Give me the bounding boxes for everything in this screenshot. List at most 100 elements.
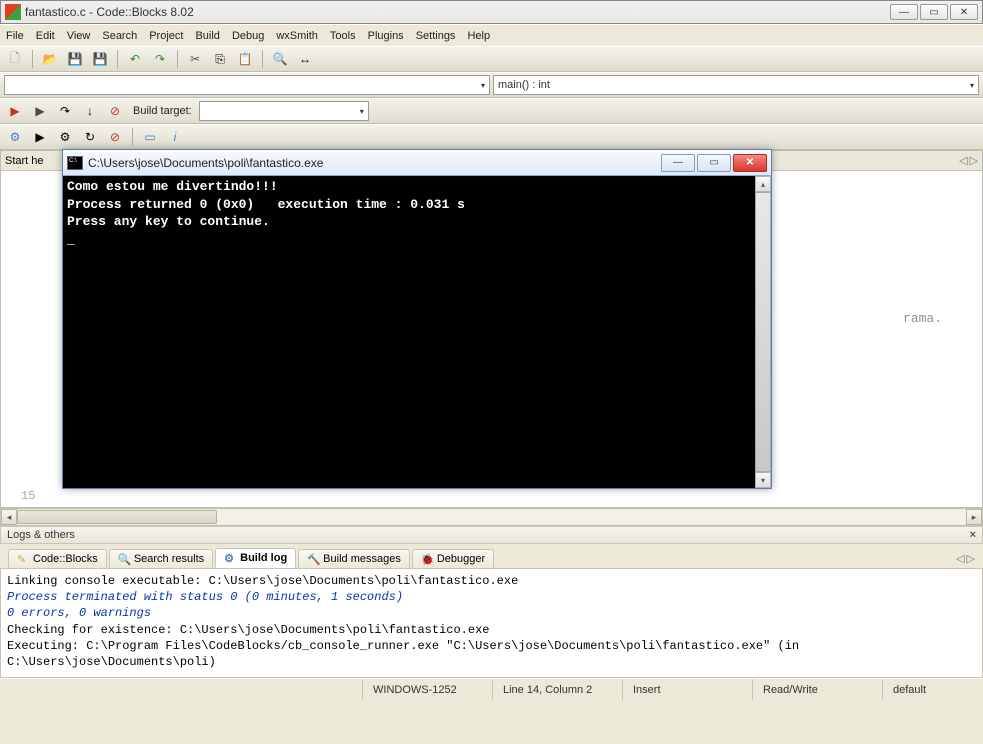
build-icon[interactable]: ⚙	[4, 126, 26, 148]
menu-view[interactable]: View	[67, 30, 91, 42]
console-icon	[67, 156, 83, 170]
save-all-icon[interactable]: 💾	[89, 48, 111, 70]
editor-tab-label[interactable]: Start he	[5, 155, 44, 167]
log-tab-buildlog[interactable]: ⚙ Build log	[215, 548, 296, 568]
build-target-dropdown[interactable]: ▾	[199, 101, 369, 121]
scroll-thumb[interactable]	[755, 192, 771, 472]
menu-build[interactable]: Build	[195, 30, 219, 42]
main-window-titlebar: fantastico.c - Code::Blocks 8.02 — ▭ ✕	[0, 0, 983, 24]
logs-close-icon[interactable]: ×	[970, 529, 976, 541]
undo-icon[interactable]: ↶	[124, 48, 146, 70]
menu-tools[interactable]: Tools	[330, 30, 356, 42]
menu-settings[interactable]: Settings	[416, 30, 456, 42]
open-icon[interactable]: 📂	[39, 48, 61, 70]
console-line: Press any key to continue.	[67, 213, 767, 231]
scroll-thumb[interactable]	[17, 510, 217, 524]
tab-next-icon[interactable]: ▷	[970, 154, 978, 167]
chevron-down-icon: ▾	[481, 81, 485, 90]
tab-prev-icon[interactable]: ◁	[956, 552, 964, 565]
menu-wxsmith[interactable]: wxSmith	[276, 30, 318, 42]
find-icon[interactable]: 🔍	[269, 48, 291, 70]
console-vscrollbar[interactable]: ▴ ▾	[755, 176, 771, 488]
run-icon[interactable]: ▶	[29, 100, 51, 122]
console-line: Process returned 0 (0x0) execution time …	[67, 196, 767, 214]
console-maximize-button[interactable]: ▭	[697, 154, 731, 172]
redo-icon[interactable]: ↷	[149, 48, 171, 70]
tab-prev-icon[interactable]: ◁	[959, 154, 967, 167]
toolbar-compiler: ⚙ ▶ ⚙ ↻ ⊘ ▭ i	[0, 124, 983, 150]
build-target-label: Build target:	[133, 105, 192, 117]
log-tab-label: Search results	[134, 553, 204, 565]
console-titlebar[interactable]: C:\Users\jose\Documents\poli\fantastico.…	[63, 150, 771, 176]
log-tab-label: Build log	[240, 552, 287, 564]
step-into-icon[interactable]: ↓	[79, 100, 101, 122]
save-icon[interactable]: 💾	[64, 48, 86, 70]
console-line: _	[67, 231, 767, 249]
log-tab-buildmsg[interactable]: 🔨 Build messages	[298, 549, 410, 568]
console-title: C:\Users\jose\Documents\poli\fantastico.…	[88, 156, 661, 170]
minimize-button[interactable]: —	[890, 4, 918, 20]
log-tab-search[interactable]: 🔍 Search results	[109, 549, 213, 568]
step-over-icon[interactable]: ↷	[54, 100, 76, 122]
log-line: Process terminated with status 0 (0 minu…	[7, 589, 976, 605]
log-tab-nav: ◁ ▷	[956, 552, 975, 568]
rebuild-icon[interactable]: ↻	[79, 126, 101, 148]
console-window-controls: — ▭ ✕	[661, 154, 767, 172]
toggle-panel-icon[interactable]: ▭	[139, 126, 161, 148]
chevron-down-icon: ▾	[970, 81, 974, 90]
scroll-left-icon[interactable]: ◂	[1, 509, 17, 525]
menu-debug[interactable]: Debug	[232, 30, 264, 42]
scroll-track[interactable]	[17, 510, 966, 524]
bug-icon: 🐞	[421, 553, 433, 565]
app-icon	[5, 4, 21, 20]
console-close-button[interactable]: ✕	[733, 154, 767, 172]
toolbar-debug: ▶ ▶ ↷ ↓ ⊘ Build target: ▾	[0, 98, 983, 124]
scope-dropdown[interactable]: ▾	[4, 75, 490, 95]
replace-icon[interactable]: ↔	[294, 48, 316, 70]
log-tab-debugger[interactable]: 🐞 Debugger	[412, 549, 494, 568]
status-mode: Insert	[623, 679, 753, 700]
log-line: 0 errors, 0 warnings	[7, 605, 976, 621]
menu-help[interactable]: Help	[467, 30, 490, 42]
log-tab-codeblocks[interactable]: ✎ Code::Blocks	[8, 549, 107, 568]
separator	[262, 50, 263, 68]
menu-file[interactable]: File	[6, 30, 24, 42]
new-file-icon[interactable]: 🗋	[4, 48, 26, 70]
stop-icon[interactable]: ⊘	[104, 100, 126, 122]
info-icon[interactable]: i	[164, 126, 186, 148]
run-icon[interactable]: ▶	[29, 126, 51, 148]
log-line: Executing: C:\Program Files\CodeBlocks/c…	[7, 638, 976, 670]
separator	[177, 50, 178, 68]
toolbar-symbols: ▾ main() : int ▾	[0, 72, 983, 98]
debug-run-icon[interactable]: ▶	[4, 100, 26, 122]
abort-icon[interactable]: ⊘	[104, 126, 126, 148]
symbol-dropdown[interactable]: main() : int ▾	[493, 75, 979, 95]
maximize-button[interactable]: ▭	[920, 4, 948, 20]
close-button[interactable]: ✕	[950, 4, 978, 20]
scroll-track[interactable]	[755, 192, 771, 472]
pencil-icon: ✎	[17, 553, 29, 565]
menu-project[interactable]: Project	[149, 30, 183, 42]
hammer-icon: 🔨	[307, 553, 319, 565]
scroll-up-icon[interactable]: ▴	[755, 176, 771, 192]
tab-next-icon[interactable]: ▷	[967, 552, 975, 565]
separator	[117, 50, 118, 68]
build-run-icon[interactable]: ⚙	[54, 126, 76, 148]
paste-icon[interactable]: 📋	[234, 48, 256, 70]
console-minimize-button[interactable]: —	[661, 154, 695, 172]
status-encoding: WINDOWS-1252	[363, 679, 493, 700]
menu-search[interactable]: Search	[102, 30, 137, 42]
menu-edit[interactable]: Edit	[36, 30, 55, 42]
menu-plugins[interactable]: Plugins	[368, 30, 404, 42]
copy-icon[interactable]: ⎘	[209, 48, 231, 70]
gear-icon: ⚙	[224, 552, 236, 564]
console-body[interactable]: Como estou me divertindo!!!Process retur…	[63, 176, 771, 488]
scroll-right-icon[interactable]: ▸	[966, 509, 982, 525]
code-fragment: rama.	[903, 311, 942, 326]
logs-tabbar: ✎ Code::Blocks 🔍 Search results ⚙ Build …	[0, 544, 983, 568]
log-content[interactable]: Linking console executable: C:\Users\jos…	[0, 568, 983, 678]
scroll-down-icon[interactable]: ▾	[755, 472, 771, 488]
editor-tab-nav: ◁ ▷	[959, 154, 978, 167]
editor-hscrollbar[interactable]: ◂ ▸	[0, 508, 983, 526]
cut-icon[interactable]: ✂	[184, 48, 206, 70]
